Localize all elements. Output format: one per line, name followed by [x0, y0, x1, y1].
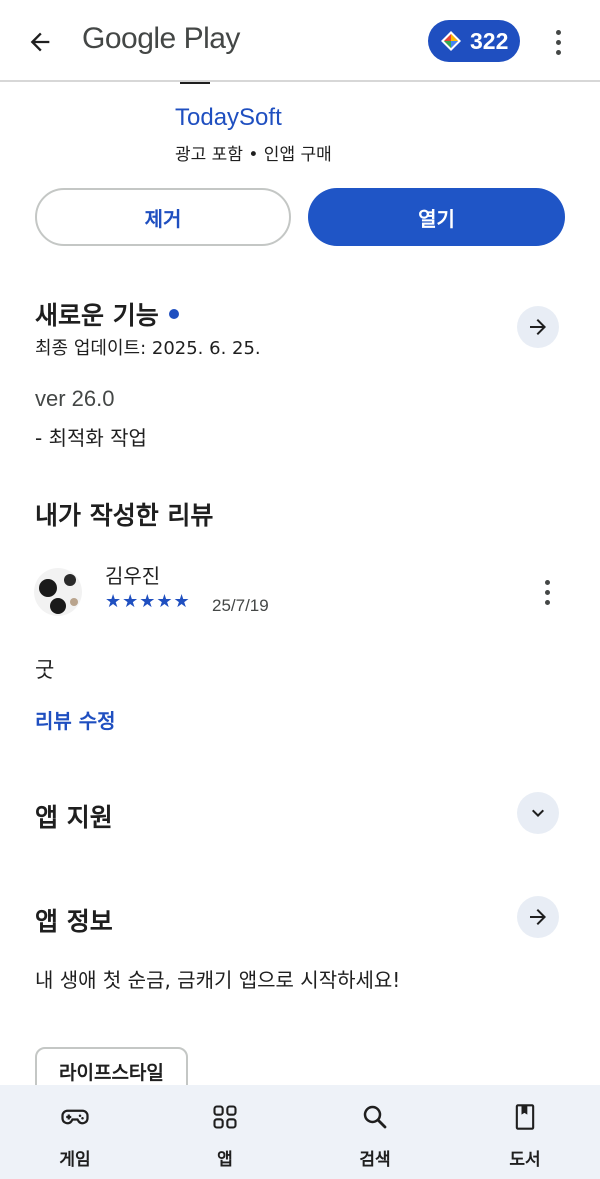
play-points-badge[interactable]: 322	[428, 20, 520, 62]
open-button[interactable]: 열기	[308, 188, 565, 246]
app-info-heading[interactable]: 앱 정보	[35, 902, 113, 938]
avatar-image	[34, 568, 82, 616]
more-vert-icon	[544, 579, 550, 585]
more-vert-dot	[544, 599, 550, 605]
nav-item-apps[interactable]: 앱	[150, 1085, 300, 1179]
review-overflow-button[interactable]	[530, 572, 564, 612]
nav-label-books: 도서	[509, 1150, 541, 1170]
more-vert-dot	[544, 589, 550, 595]
app-support-heading[interactable]: 앱 지원	[35, 798, 113, 834]
app-support-expand-button[interactable]	[517, 792, 559, 834]
nav-label-games: 게임	[59, 1150, 91, 1170]
avatar	[34, 568, 82, 616]
more-vert-dot	[555, 39, 561, 45]
more-vert-icon	[555, 29, 561, 35]
nav-label-search: 검색	[359, 1150, 391, 1170]
app-description: 내 생애 첫 순금, 금캐기 앱으로 시작하세요!	[35, 968, 401, 992]
book-icon	[509, 1101, 541, 1133]
version-text: ver 26.0	[35, 386, 115, 411]
overflow-menu-button[interactable]	[540, 22, 576, 62]
chevron-down-icon	[532, 809, 544, 817]
app-info-more-button[interactable]	[517, 896, 559, 938]
last-updated: 최종 업데이트: 2025. 6. 25.	[35, 338, 261, 359]
review-date: 25/7/19	[212, 596, 269, 615]
more-vert-dot	[555, 49, 561, 55]
nav-item-search[interactable]: 검색	[300, 1085, 450, 1179]
whats-new-more-button[interactable]	[517, 306, 559, 348]
whats-new-heading[interactable]: 새로운 기능	[35, 296, 179, 332]
back-button[interactable]	[20, 22, 60, 62]
release-note: - 최적화 작업	[35, 426, 147, 450]
developer-link[interactable]: TodaySoft	[175, 104, 282, 132]
apps-grid-icon	[209, 1101, 241, 1133]
nav-label-apps: 앱	[217, 1150, 233, 1170]
uninstall-button[interactable]: 제거	[35, 188, 291, 246]
arrow-forward-icon	[530, 319, 546, 335]
nav-item-games[interactable]: 게임	[0, 1085, 150, 1179]
top-app-bar: Google Play 322	[0, 0, 600, 82]
bottom-navigation: 게임 앱 검색 도서	[0, 1085, 600, 1179]
star-rating: ★★★★★	[105, 591, 191, 612]
points-count: 322	[470, 27, 509, 54]
whats-new-title: 새로운 기능	[35, 301, 159, 330]
play-points-icon	[441, 31, 461, 51]
review-text: 굿	[35, 658, 55, 682]
my-review-heading: 내가 작성한 리뷰	[35, 501, 214, 530]
new-indicator-dot	[168, 309, 179, 319]
arrow-forward-icon	[530, 909, 546, 925]
nav-item-books[interactable]: 도서	[450, 1085, 600, 1179]
app-meta-info: 광고 포함 • 인앱 구매	[175, 145, 332, 165]
reviewer-name: 김우진	[105, 564, 161, 588]
arrow-back-icon	[30, 32, 50, 52]
edit-review-link[interactable]: 리뷰 수정	[35, 705, 116, 734]
gamepad-icon	[59, 1101, 91, 1133]
search-icon	[359, 1101, 391, 1133]
app-bar-title: Google Play	[82, 22, 240, 55]
